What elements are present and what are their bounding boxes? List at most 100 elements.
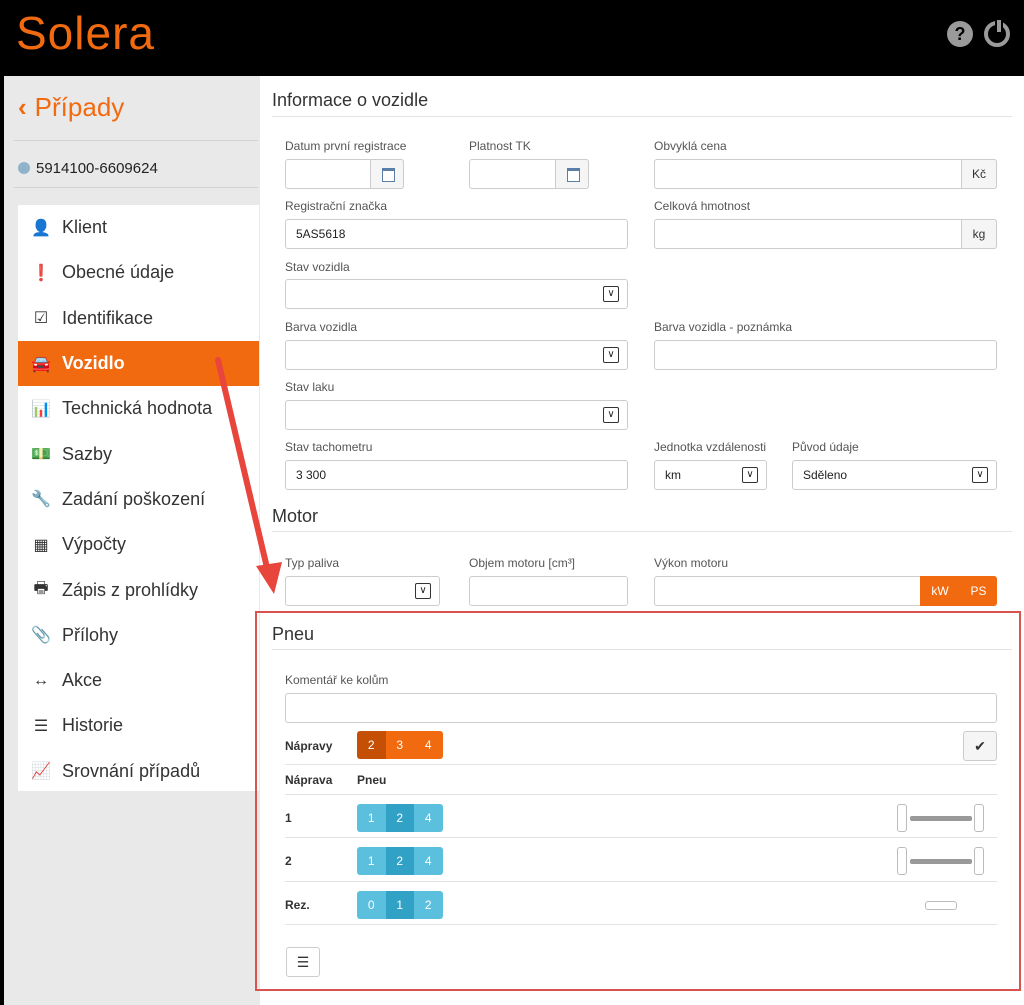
power-icon[interactable]: [984, 18, 1010, 47]
axle-column-header: Náprava: [285, 773, 333, 787]
tire-count-selector: 124: [357, 847, 443, 875]
spare-option[interactable]: 2: [414, 891, 443, 919]
odometer-input[interactable]: 3 300: [285, 460, 628, 490]
total-weight-label: Celková hmotnost: [654, 199, 751, 213]
sidebar-item-identifikace[interactable]: ☑ Identifikace: [18, 296, 259, 341]
axle-bar: [910, 816, 972, 821]
arrows-horizontal-icon: ↔: [33, 671, 49, 689]
back-link-label: Případy: [34, 92, 125, 122]
chevron-down-icon: ∨: [742, 467, 758, 483]
wheel-comment-input[interactable]: [285, 693, 997, 723]
sidebar-item-label: Sazby: [62, 443, 113, 464]
tire-left[interactable]: [897, 847, 907, 875]
chevron-down-icon: ∨: [972, 467, 988, 483]
sidebar-item-label: Srovnání případů: [62, 760, 201, 781]
divider: [14, 140, 258, 141]
usual-price-label: Obvyklá cena: [654, 139, 727, 153]
paint-state-select[interactable]: ∨: [285, 400, 628, 430]
divider: [272, 531, 1012, 532]
tire-option[interactable]: 4: [414, 847, 443, 875]
sidebar-item-sazby[interactable]: 💵 Sazby: [18, 431, 259, 476]
unit-kw-button[interactable]: kW: [920, 576, 960, 606]
engine-volume-label: Objem motoru [cm³]: [469, 556, 576, 570]
first-registration-input[interactable]: [285, 159, 404, 189]
question-circle-icon[interactable]: ?: [947, 21, 973, 47]
case-id: 5914100-6609624: [36, 160, 158, 177]
vehicle-color-note-input[interactable]: [654, 340, 997, 370]
axles-option-3[interactable]: 3: [385, 731, 414, 759]
tire-option[interactable]: 1: [357, 804, 386, 832]
tire-option[interactable]: 4: [414, 804, 443, 832]
divider: [285, 764, 997, 765]
tire-count-selector: 124: [357, 804, 443, 832]
sidebar-item-historie[interactable]: ☰ Historie: [18, 703, 259, 748]
printer-icon: 🖶: [33, 579, 49, 597]
calendar-icon[interactable]: [370, 159, 404, 189]
vehicle-color-select[interactable]: ∨: [285, 340, 628, 370]
sidebar-item-label: Zadání poškození: [62, 488, 206, 509]
axles-option-4[interactable]: 4: [414, 731, 443, 759]
tk-validity-input[interactable]: [469, 159, 589, 189]
currency-addon: Kč: [961, 159, 997, 189]
tire-left[interactable]: [897, 804, 907, 832]
engine-power-label: Výkon motoru: [654, 556, 729, 570]
sidebar-item-zadani-poskozeni[interactable]: 🔧 Zadání poškození: [18, 477, 259, 522]
vehicle-state-label: Stav vozidla: [285, 260, 350, 274]
sidebar-item-label: Zápis z prohlídky: [62, 579, 199, 600]
sidebar-item-obecne-udaje[interactable]: ❗ Obecné údaje: [18, 250, 259, 295]
car-icon: 🚘: [31, 355, 51, 373]
sidebar-item-label: Identifikace: [62, 307, 154, 328]
sidebar-item-vypocty[interactable]: ▦ Výpočty: [18, 522, 259, 567]
total-weight-input[interactable]: kg: [654, 219, 997, 249]
section-title-vehicle: Informace o vozidle: [272, 90, 429, 110]
axle-row-label: 1: [285, 811, 292, 825]
chevron-down-icon: ∨: [603, 347, 619, 363]
engine-volume-input[interactable]: [469, 576, 628, 606]
list-icon[interactable]: ☰: [286, 947, 320, 977]
fuel-type-select[interactable]: ∨: [285, 576, 440, 606]
confirm-button[interactable]: ✔: [963, 731, 997, 761]
sidebar-item-vozidlo[interactable]: 🚘 Vozidlo: [18, 340, 259, 387]
sidebar-item-klient[interactable]: 👤 Klient: [18, 205, 259, 250]
vehicle-state-select[interactable]: ∨: [285, 279, 628, 309]
weight-unit-addon: kg: [961, 219, 997, 249]
spare-tire[interactable]: [925, 901, 957, 910]
calculator-icon: ▦: [33, 536, 49, 554]
tire-right[interactable]: [974, 847, 984, 875]
chevron-down-icon: ∨: [603, 407, 619, 423]
sidebar-item-label: Klient: [62, 217, 108, 238]
back-to-cases-link[interactable]: ‹ Případy: [18, 92, 124, 123]
distance-unit-select[interactable]: km ∨: [654, 460, 767, 490]
tire-option[interactable]: 2: [385, 847, 414, 875]
tire-option[interactable]: 1: [357, 847, 386, 875]
calendar-icon[interactable]: [555, 159, 589, 189]
axles-label: Nápravy: [285, 739, 333, 753]
tire-option[interactable]: 2: [385, 804, 414, 832]
data-origin-select[interactable]: Sděleno ∨: [792, 460, 997, 490]
spare-option[interactable]: 1: [385, 891, 414, 919]
tire-right[interactable]: [974, 804, 984, 832]
distance-unit-label: Jednotka vzdálenosti: [654, 440, 767, 454]
sidebar-item-srovnani-pripadu[interactable]: 📈 Srovnání případů: [18, 749, 259, 794]
sidebar-item-akce[interactable]: ↔ Akce: [18, 658, 259, 703]
vehicle-color-label: Barva vozidla: [285, 320, 358, 334]
line-chart-icon: 📈: [31, 763, 51, 781]
fuel-type-label: Typ paliva: [285, 556, 340, 570]
solera-logo: Solera: [16, 7, 155, 59]
usual-price-input[interactable]: Kč: [654, 159, 997, 189]
divider: [272, 116, 1012, 117]
divider: [285, 924, 997, 925]
divider: [285, 837, 997, 838]
unit-ps-button[interactable]: PS: [960, 576, 997, 606]
divider: [285, 794, 997, 795]
sidebar-item-label: Přílohy: [62, 624, 119, 645]
sidebar-item-zapis-z-prohlidky[interactable]: 🖶 Zápis z prohlídky: [18, 567, 259, 612]
registration-input[interactable]: 5AS5618: [285, 219, 628, 249]
sidebar-item-prilohy[interactable]: 📎 Přílohy: [18, 613, 259, 658]
engine-power-input[interactable]: kW PS: [654, 576, 997, 606]
sidebar-item-technicka-hodnota[interactable]: 📊 Technická hodnota: [18, 386, 259, 431]
money-icon: 💵: [31, 446, 51, 464]
axles-option-2[interactable]: 2: [357, 731, 386, 759]
spare-option[interactable]: 0: [357, 891, 386, 919]
chevron-down-icon: ∨: [415, 583, 431, 599]
